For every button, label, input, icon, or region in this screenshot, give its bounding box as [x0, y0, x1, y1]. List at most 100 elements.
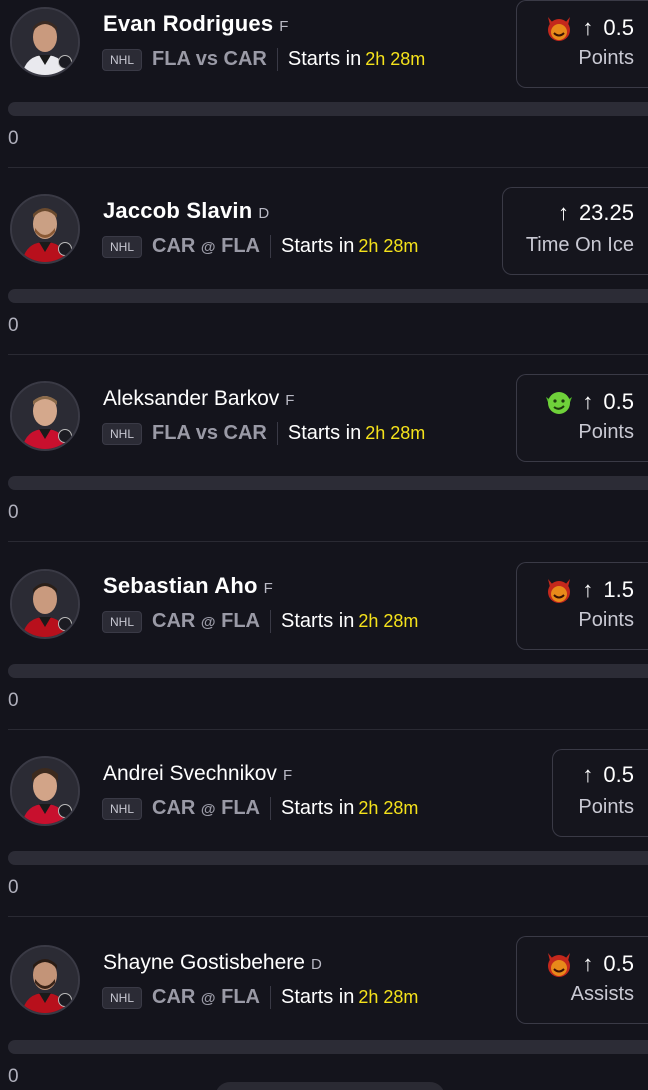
- game-info: NHL CAR @ FLA Starts in 2h 28m: [102, 986, 418, 1009]
- progress-bar: [8, 289, 648, 303]
- progress-bar: [8, 664, 648, 678]
- player-avatar: [10, 569, 80, 639]
- progress-bar: [8, 476, 648, 490]
- player-avatar: [10, 381, 80, 451]
- start-time: Starts in 2h 28m: [281, 235, 419, 257]
- arrow-up-icon: ↑: [582, 951, 594, 976]
- arrow-up-icon: ↑: [582, 762, 594, 787]
- clock-icon: [58, 617, 72, 631]
- player-card[interactable]: Shayne Gostisbehere D NHL CAR @ FLA Start…: [0, 916, 648, 1090]
- projection-stat: Points: [578, 609, 634, 631]
- league-badge: NHL: [102, 48, 143, 71]
- league-badge: NHL: [102, 986, 143, 1009]
- projection-stat: Points: [578, 47, 634, 69]
- clock-icon: [58, 804, 72, 818]
- projection-line: 0.5: [603, 389, 634, 414]
- game-info: NHL CAR @ FLA Starts in 2h 28m: [102, 235, 418, 258]
- pick-count: 0: [8, 502, 19, 523]
- countdown: 2h 28m: [358, 236, 419, 256]
- player-position: F: [263, 580, 273, 597]
- player-name: Sebastian Aho F: [103, 573, 273, 598]
- game-info: NHL FLA vs CAR Starts in 2h 28m: [102, 48, 425, 71]
- player-name: Andrei Svechnikov F: [103, 762, 293, 785]
- countdown: 2h 28m: [365, 49, 426, 69]
- devil-emoji-icon: [548, 953, 571, 977]
- league-badge: NHL: [102, 422, 143, 445]
- game-info: NHL CAR @ FLA Starts in 2h 28m: [102, 610, 418, 633]
- countdown: 2h 28m: [365, 423, 426, 443]
- projection-line: 23.25: [578, 200, 634, 225]
- floating-action-pill[interactable]: [215, 1082, 445, 1090]
- player-card[interactable]: Jaccob Slavin D NHL CAR @ FLA Starts in 2h…: [0, 167, 648, 355]
- arrow-up-icon: ↑: [582, 15, 594, 40]
- player-position: F: [279, 18, 289, 35]
- player-avatar: [10, 7, 80, 77]
- projection-stat: Time On Ice: [525, 234, 634, 256]
- projection-stat: Assists: [570, 983, 634, 1005]
- projection-line: 0.5: [603, 15, 634, 40]
- matchup: CAR @ FLA: [152, 235, 272, 258]
- projection-line: 0.5: [603, 762, 634, 787]
- progress-bar: [8, 102, 648, 116]
- progress-bar: [8, 851, 648, 865]
- player-avatar: [10, 756, 80, 826]
- projection-button[interactable]: ↑ 0.5 Points: [516, 374, 648, 462]
- start-time: Starts in 2h 28m: [287, 422, 426, 444]
- player-avatar: [10, 945, 80, 1015]
- matchup: CAR @ FLA: [152, 797, 272, 820]
- matchup: CAR @ FLA: [152, 610, 272, 633]
- projection-button[interactable]: ↑ 0.5 Assists: [516, 936, 648, 1024]
- goblin-emoji-icon: [546, 392, 573, 414]
- countdown: 2h 28m: [358, 611, 419, 631]
- pick-count: 0: [8, 128, 19, 149]
- pick-count: 0: [8, 690, 19, 711]
- countdown: 2h 28m: [358, 987, 419, 1007]
- player-name: Shayne Gostisbehere D: [103, 951, 322, 974]
- player-position: F: [285, 392, 295, 409]
- player-position: F: [282, 767, 293, 784]
- start-time: Starts in 2h 28m: [281, 610, 419, 632]
- player-position: D: [258, 205, 270, 222]
- devil-emoji-icon: [548, 579, 571, 603]
- projection-button[interactable]: ↑ 23.25 Time On Ice: [502, 187, 648, 275]
- player-name: Aleksander Barkov F: [103, 387, 295, 410]
- start-time: Starts in 2h 28m: [281, 797, 419, 819]
- player-card[interactable]: Aleksander Barkov F NHL FLA vs CAR Starts…: [0, 354, 648, 542]
- clock-icon: [58, 429, 72, 443]
- game-info: NHL CAR @ FLA Starts in 2h 28m: [102, 797, 418, 820]
- devil-emoji-icon: [548, 17, 571, 41]
- countdown: 2h 28m: [358, 798, 419, 818]
- game-info: NHL FLA vs CAR Starts in 2h 28m: [102, 422, 425, 445]
- projection-line: 0.5: [603, 951, 634, 976]
- league-badge: NHL: [102, 235, 143, 258]
- projection-button[interactable]: ↑ 0.5 Points: [516, 0, 648, 88]
- player-card[interactable]: Andrei Svechnikov F NHL CAR @ FLA Starts …: [0, 729, 648, 917]
- player-position: D: [310, 956, 322, 973]
- pick-count: 0: [8, 877, 19, 898]
- arrow-up-icon: ↑: [557, 200, 569, 225]
- matchup: FLA vs CAR: [152, 422, 278, 445]
- matchup: FLA vs CAR: [152, 48, 278, 71]
- projection-line: 1.5: [603, 577, 634, 602]
- projection-button[interactable]: ↑ 1.5 Points: [516, 562, 648, 650]
- start-time: Starts in 2h 28m: [287, 48, 426, 70]
- clock-icon: [58, 242, 72, 256]
- player-card[interactable]: Evan Rodrigues F NHL FLA vs CAR Starts in…: [0, 0, 648, 168]
- league-badge: NHL: [102, 610, 143, 633]
- player-name: Evan Rodrigues F: [103, 11, 289, 36]
- player-avatar: [10, 194, 80, 264]
- arrow-up-icon: ↑: [582, 577, 594, 602]
- arrow-up-icon: ↑: [582, 389, 594, 414]
- league-badge: NHL: [102, 797, 143, 820]
- clock-icon: [58, 993, 72, 1007]
- progress-bar: [8, 1040, 648, 1054]
- player-card[interactable]: Sebastian Aho F NHL CAR @ FLA Starts in 2h…: [0, 542, 648, 730]
- matchup: CAR @ FLA: [152, 986, 272, 1009]
- player-list: Evan Rodrigues F NHL FLA vs CAR Starts in…: [0, 0, 648, 1090]
- pick-count: 0: [8, 1066, 19, 1087]
- pick-count: 0: [8, 315, 19, 336]
- projection-button[interactable]: ↑ 0.5 Points: [552, 749, 648, 837]
- player-name: Jaccob Slavin D: [103, 198, 270, 223]
- clock-icon: [58, 55, 72, 69]
- projection-stat: Points: [578, 421, 634, 443]
